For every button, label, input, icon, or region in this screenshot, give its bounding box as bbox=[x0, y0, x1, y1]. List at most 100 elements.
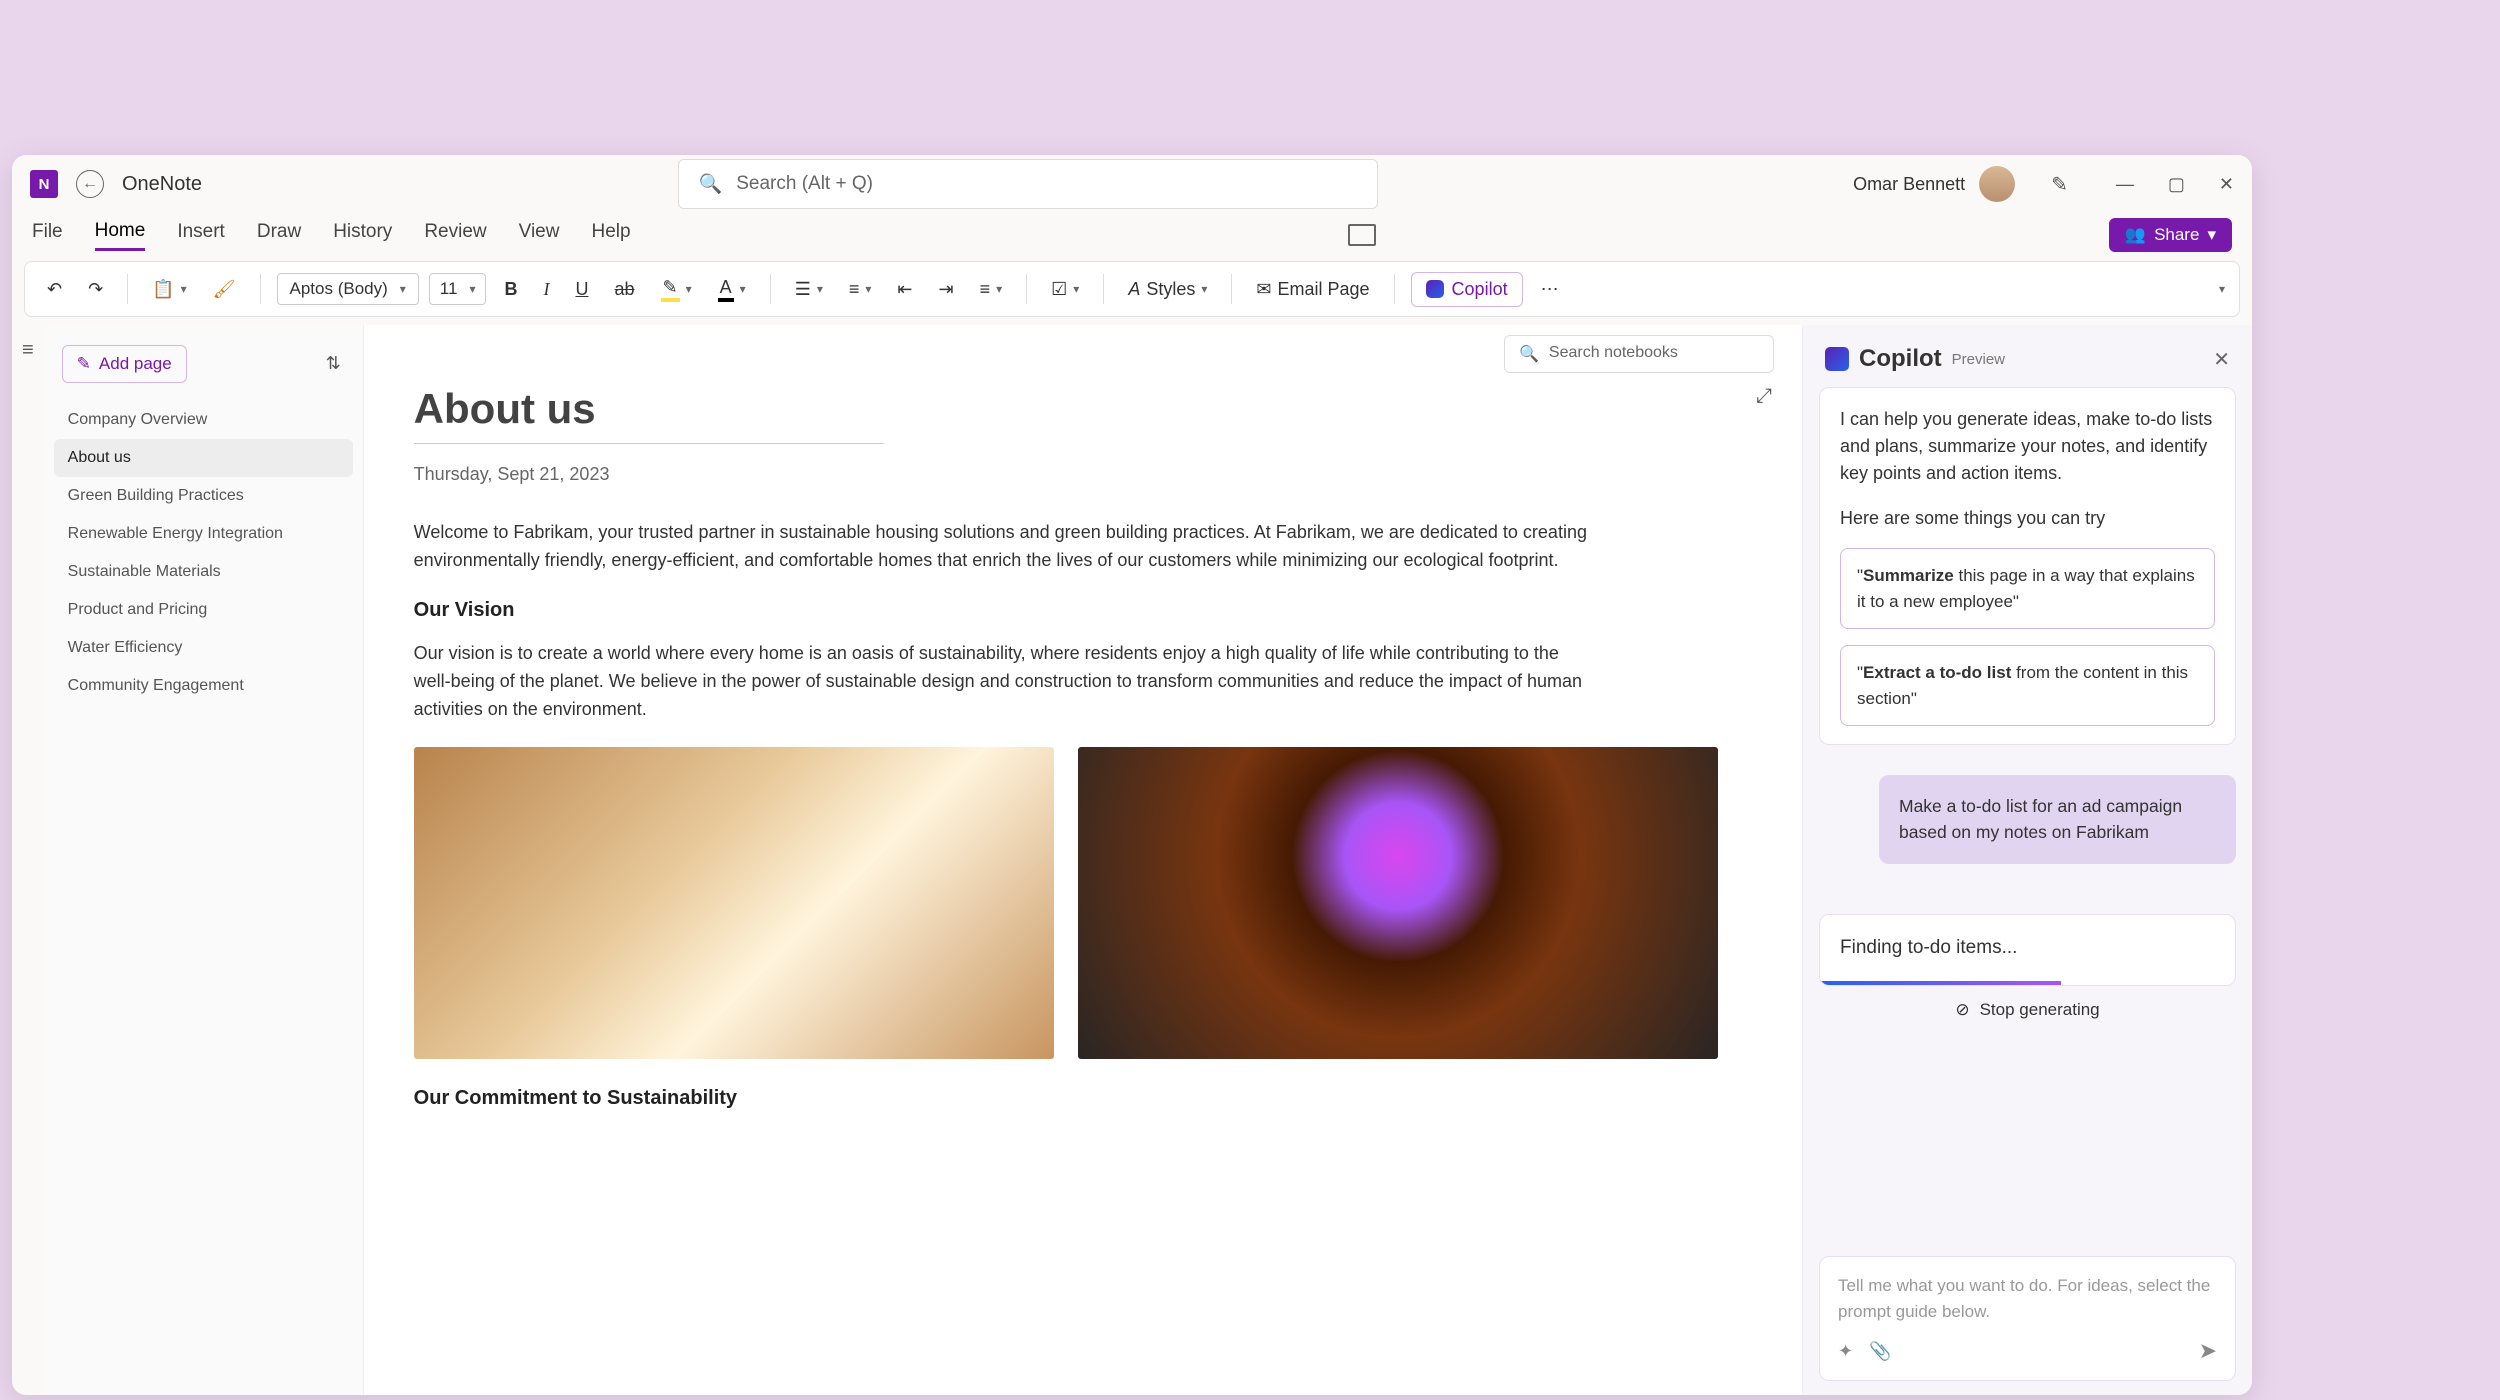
copilot-intro-text: I can help you generate ideas, make to-d… bbox=[1840, 406, 2215, 487]
menu-view[interactable]: View bbox=[519, 221, 560, 249]
email-page-button[interactable]: ✉ Email Page bbox=[1248, 275, 1377, 304]
send-icon[interactable]: ➤ bbox=[2199, 1338, 2217, 1364]
maximize-button[interactable]: ▢ bbox=[2168, 174, 2185, 195]
copilot-logo-icon bbox=[1825, 347, 1849, 371]
page-date: Thursday, Sept 21, 2023 bbox=[414, 464, 1752, 485]
outdent-button[interactable]: ⇤ bbox=[889, 275, 920, 304]
redo-button[interactable]: ↷ bbox=[80, 275, 111, 304]
add-icon: ✎ bbox=[77, 354, 91, 374]
stop-icon: ⊘ bbox=[1955, 1000, 1969, 1020]
body: ≡ ✎ Add page ⇅ Company Overview About us… bbox=[12, 325, 2252, 1395]
account-area[interactable]: Omar Bennett bbox=[1853, 166, 2015, 202]
more-button[interactable]: ⋯ bbox=[1533, 275, 1567, 304]
ribbon-collapse-button[interactable]: ▾ bbox=[2219, 282, 2225, 296]
prompt-guide-icon[interactable]: ✦ bbox=[1838, 1341, 1853, 1362]
chevron-down-icon: ▾ bbox=[2207, 225, 2216, 245]
app-window: N ← OneNote 🔍 Search (Alt + Q) Omar Benn… bbox=[12, 155, 2252, 1395]
ribbon: ↶ ↷ 📋▾ 🖌 Aptos (Body)▾ 11▾ B I U ab ✎▾ A… bbox=[24, 261, 2240, 317]
copilot-pane: Copilot Preview ✕ I can help you generat… bbox=[1802, 325, 2252, 1395]
image-2[interactable] bbox=[1078, 747, 1718, 1059]
copilot-close-button[interactable]: ✕ bbox=[2213, 347, 2230, 372]
search-icon: 🔍 bbox=[1519, 344, 1539, 364]
back-button[interactable]: ← bbox=[76, 170, 104, 198]
intro-paragraph[interactable]: Welcome to Fabrikam, your trusted partne… bbox=[414, 519, 1594, 575]
font-selector[interactable]: Aptos (Body)▾ bbox=[277, 273, 419, 305]
page-list: Company Overview About us Green Building… bbox=[44, 401, 363, 705]
styles-label: Styles bbox=[1146, 279, 1195, 300]
page-item[interactable]: Green Building Practices bbox=[44, 477, 363, 515]
user-message: Make a to-do list for an ad campaign bas… bbox=[1879, 775, 2236, 864]
reading-mode-icon[interactable] bbox=[1348, 224, 1376, 246]
copilot-header: Copilot Preview ✕ bbox=[1819, 339, 2236, 387]
note-canvas[interactable]: 🔍 Search notebooks ⤢ About us Thursday, … bbox=[364, 325, 1802, 1395]
add-page-button[interactable]: ✎ Add page bbox=[62, 345, 187, 383]
copilot-ribbon-button[interactable]: Copilot bbox=[1411, 272, 1523, 307]
image-row bbox=[414, 747, 1752, 1059]
menubar: File Home Insert Draw History Review Vie… bbox=[12, 213, 2252, 257]
share-button[interactable]: 👥 Share ▾ bbox=[2109, 218, 2232, 252]
page-item[interactable]: Community Engagement bbox=[44, 667, 363, 705]
undo-button[interactable]: ↶ bbox=[39, 275, 70, 304]
numbering-button[interactable]: ≡▾ bbox=[841, 275, 880, 304]
page-item[interactable]: Water Efficiency bbox=[44, 629, 363, 667]
menu-insert[interactable]: Insert bbox=[177, 221, 225, 249]
minimize-button[interactable]: — bbox=[2116, 174, 2134, 195]
page-item[interactable]: Product and Pricing bbox=[44, 591, 363, 629]
close-button[interactable]: ✕ bbox=[2219, 174, 2234, 195]
page-item[interactable]: Sustainable Materials bbox=[44, 553, 363, 591]
tag-button[interactable]: ☑▾ bbox=[1043, 275, 1087, 304]
copilot-progress: Finding to-do items... bbox=[1819, 914, 2236, 986]
paste-button[interactable]: 📋▾ bbox=[144, 275, 194, 304]
styles-button[interactable]: AStyles▾ bbox=[1120, 275, 1215, 304]
suggestion-bold: Extract a to-do list bbox=[1863, 663, 2011, 682]
menu-help[interactable]: Help bbox=[591, 221, 630, 249]
copilot-input[interactable]: Tell me what you want to do. For ideas, … bbox=[1819, 1256, 2236, 1381]
global-search[interactable]: 🔍 Search (Alt + Q) bbox=[678, 159, 1378, 209]
menu-file[interactable]: File bbox=[32, 221, 63, 249]
search-notebooks[interactable]: 🔍 Search notebooks bbox=[1504, 335, 1774, 373]
font-size: 11 bbox=[440, 279, 458, 299]
align-button[interactable]: ≡▾ bbox=[972, 275, 1011, 304]
nav-toggle[interactable]: ≡ bbox=[12, 325, 44, 1395]
bold-button[interactable]: B bbox=[496, 275, 525, 304]
menu-history[interactable]: History bbox=[333, 221, 392, 249]
image-1[interactable] bbox=[414, 747, 1054, 1059]
highlight-button[interactable]: ✎▾ bbox=[653, 273, 700, 306]
suggestion-extract-todo[interactable]: "Extract a to-do list from the content i… bbox=[1840, 645, 2215, 726]
progress-bar bbox=[1820, 981, 2061, 985]
stop-label: Stop generating bbox=[1980, 1000, 2100, 1020]
copilot-preview-badge: Preview bbox=[1952, 351, 2005, 368]
heading-vision[interactable]: Our Vision bbox=[414, 599, 1752, 622]
page-title[interactable]: About us bbox=[414, 385, 1752, 433]
page-item[interactable]: Company Overview bbox=[44, 401, 363, 439]
avatar[interactable] bbox=[1979, 166, 2015, 202]
format-painter-button[interactable]: 🖌 bbox=[205, 275, 244, 304]
underline-button[interactable]: U bbox=[567, 275, 596, 304]
heading-commitment[interactable]: Our Commitment to Sustainability bbox=[414, 1087, 1752, 1110]
menu-review[interactable]: Review bbox=[424, 221, 486, 249]
expand-icon[interactable]: ⤢ bbox=[1756, 385, 1772, 408]
copilot-input-tools: ✦ 📎 ➤ bbox=[1838, 1338, 2217, 1364]
font-size-selector[interactable]: 11▾ bbox=[429, 273, 487, 305]
sort-button[interactable]: ⇅ bbox=[326, 353, 341, 374]
pen-icon[interactable]: ✎ bbox=[2051, 172, 2068, 197]
menu-home[interactable]: Home bbox=[95, 220, 146, 251]
add-page-label: Add page bbox=[99, 354, 172, 374]
app-name: OneNote bbox=[122, 173, 202, 196]
page-sidebar: ✎ Add page ⇅ Company Overview About us G… bbox=[44, 325, 364, 1395]
suggestion-summarize[interactable]: "Summarize this page in a way that expla… bbox=[1840, 548, 2215, 629]
strike-button[interactable]: ab bbox=[606, 275, 642, 304]
copilot-input-placeholder: Tell me what you want to do. For ideas, … bbox=[1838, 1273, 2217, 1324]
italic-button[interactable]: I bbox=[535, 275, 557, 304]
menu-draw[interactable]: Draw bbox=[257, 221, 301, 249]
bullets-button[interactable]: ☰▾ bbox=[787, 275, 831, 304]
stop-generating-button[interactable]: ⊘ Stop generating bbox=[1819, 986, 2236, 1034]
font-color-button[interactable]: A▾ bbox=[710, 273, 754, 306]
vision-paragraph[interactable]: Our vision is to create a world where ev… bbox=[414, 640, 1594, 724]
search-icon: 🔍 bbox=[699, 172, 723, 196]
indent-button[interactable]: ⇥ bbox=[931, 275, 962, 304]
attach-icon[interactable]: 📎 bbox=[1869, 1341, 1891, 1362]
search-placeholder: Search (Alt + Q) bbox=[736, 173, 873, 195]
page-item[interactable]: About us bbox=[54, 439, 353, 477]
page-item[interactable]: Renewable Energy Integration bbox=[44, 515, 363, 553]
